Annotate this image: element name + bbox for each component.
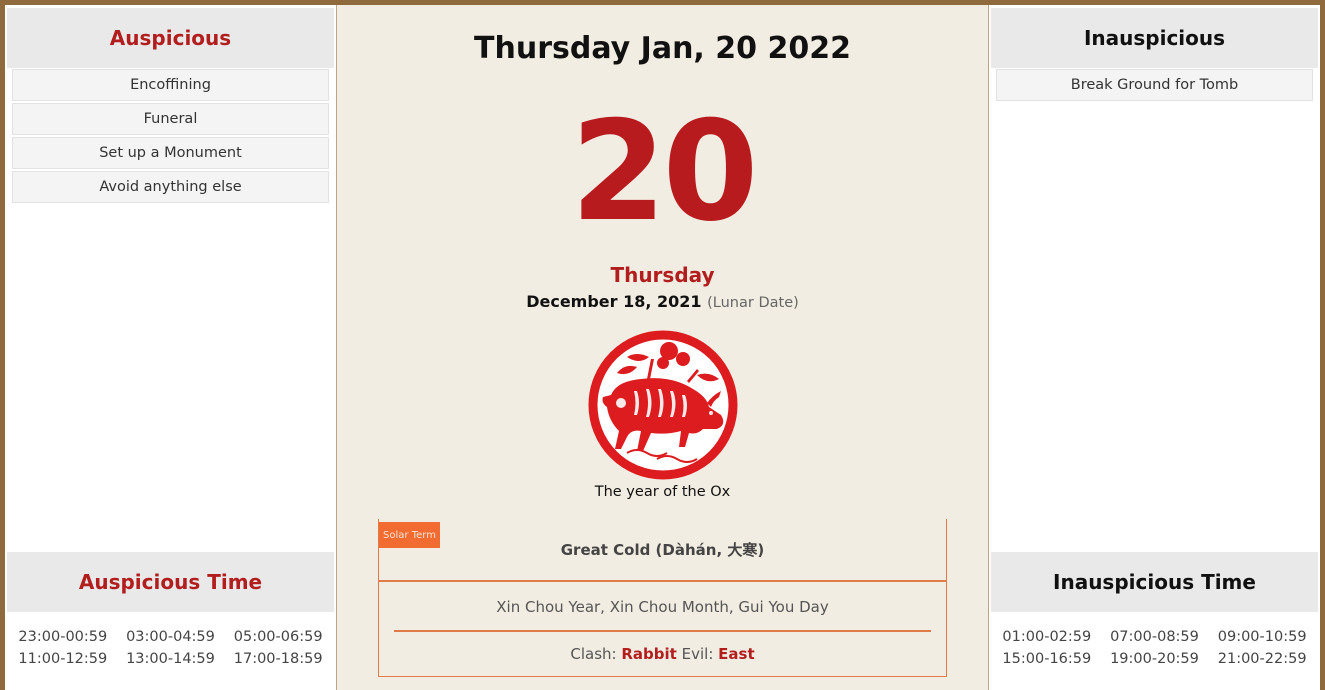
time-slot: 11:00-12:59 [18, 651, 108, 667]
time-slot: 01:00-02:59 [1002, 629, 1092, 645]
inauspicious-heading: Inauspicious [991, 8, 1318, 68]
inauspicious-list: Break Ground for Tomb [996, 69, 1313, 103]
info-box: Great Cold (Dàhán, 大寒) Solar Term Xin Ch… [378, 519, 947, 677]
time-slot: 05:00-06:59 [233, 629, 323, 645]
evil-label: Evil: [681, 645, 714, 663]
day-number: 20 [570, 91, 758, 252]
auspicious-list: Encoffining Funeral Set up a Monument Av… [12, 69, 329, 205]
solar-term-badge: Solar Term [379, 522, 440, 548]
left-column: Auspicious Encoffining Funeral Set up a … [5, 5, 336, 690]
auspicious-heading: Auspicious [7, 8, 334, 68]
inauspicious-item: Break Ground for Tomb [996, 69, 1313, 101]
inauspicious-time-heading: Inauspicious Time [991, 552, 1318, 612]
clash-label: Clash: [570, 645, 617, 663]
time-slot: 13:00-14:59 [126, 651, 215, 667]
time-slot: 09:00-10:59 [1217, 629, 1307, 645]
right-column: Inauspicious Break Ground for Tomb Inaus… [989, 5, 1320, 690]
lunar-date-value: December 18, 2021 [526, 292, 702, 311]
inauspicious-time-grid: 01:00-02:59 07:00-08:59 09:00-10:59 15:0… [993, 629, 1316, 667]
time-slot: 17:00-18:59 [233, 651, 323, 667]
auspicious-time-grid: 23:00-00:59 03:00-04:59 05:00-06:59 11:0… [9, 629, 332, 667]
main-column: Thursday Jan, 20 2022 20 Thursday Decemb… [336, 5, 989, 690]
calendar-frame: Auspicious Encoffining Funeral Set up a … [5, 5, 1320, 690]
lunar-date: December 18, 2021 (Lunar Date) [337, 292, 988, 311]
lunar-date-note: (Lunar Date) [707, 295, 799, 311]
time-slot: 07:00-08:59 [1110, 629, 1199, 645]
solar-term: Great Cold (Dàhán, 大寒) [379, 519, 946, 582]
auspicious-item: Avoid anything else [12, 171, 329, 203]
ox-papercut-icon [588, 330, 738, 480]
clash-value: Rabbit [621, 645, 677, 663]
year-label: The year of the Ox [594, 484, 731, 500]
auspicious-item: Funeral [12, 103, 329, 135]
auspicious-item: Set up a Monument [12, 137, 329, 169]
ganzhi-line: Xin Chou Year, Xin Chou Month, Gui You D… [394, 584, 931, 632]
weekday-label: Thursday [610, 263, 715, 287]
time-slot: 23:00-00:59 [18, 629, 108, 645]
auspicious-item: Encoffining [12, 69, 329, 101]
time-slot: 03:00-04:59 [126, 629, 215, 645]
page-title: Thursday Jan, 20 2022 [474, 31, 851, 66]
clash-line: Clash: Rabbit Evil: East [379, 634, 946, 674]
evil-value: East [718, 645, 755, 663]
time-slot: 19:00-20:59 [1110, 651, 1199, 667]
auspicious-time-heading: Auspicious Time [7, 552, 334, 612]
time-slot: 15:00-16:59 [1002, 651, 1092, 667]
time-slot: 21:00-22:59 [1217, 651, 1307, 667]
